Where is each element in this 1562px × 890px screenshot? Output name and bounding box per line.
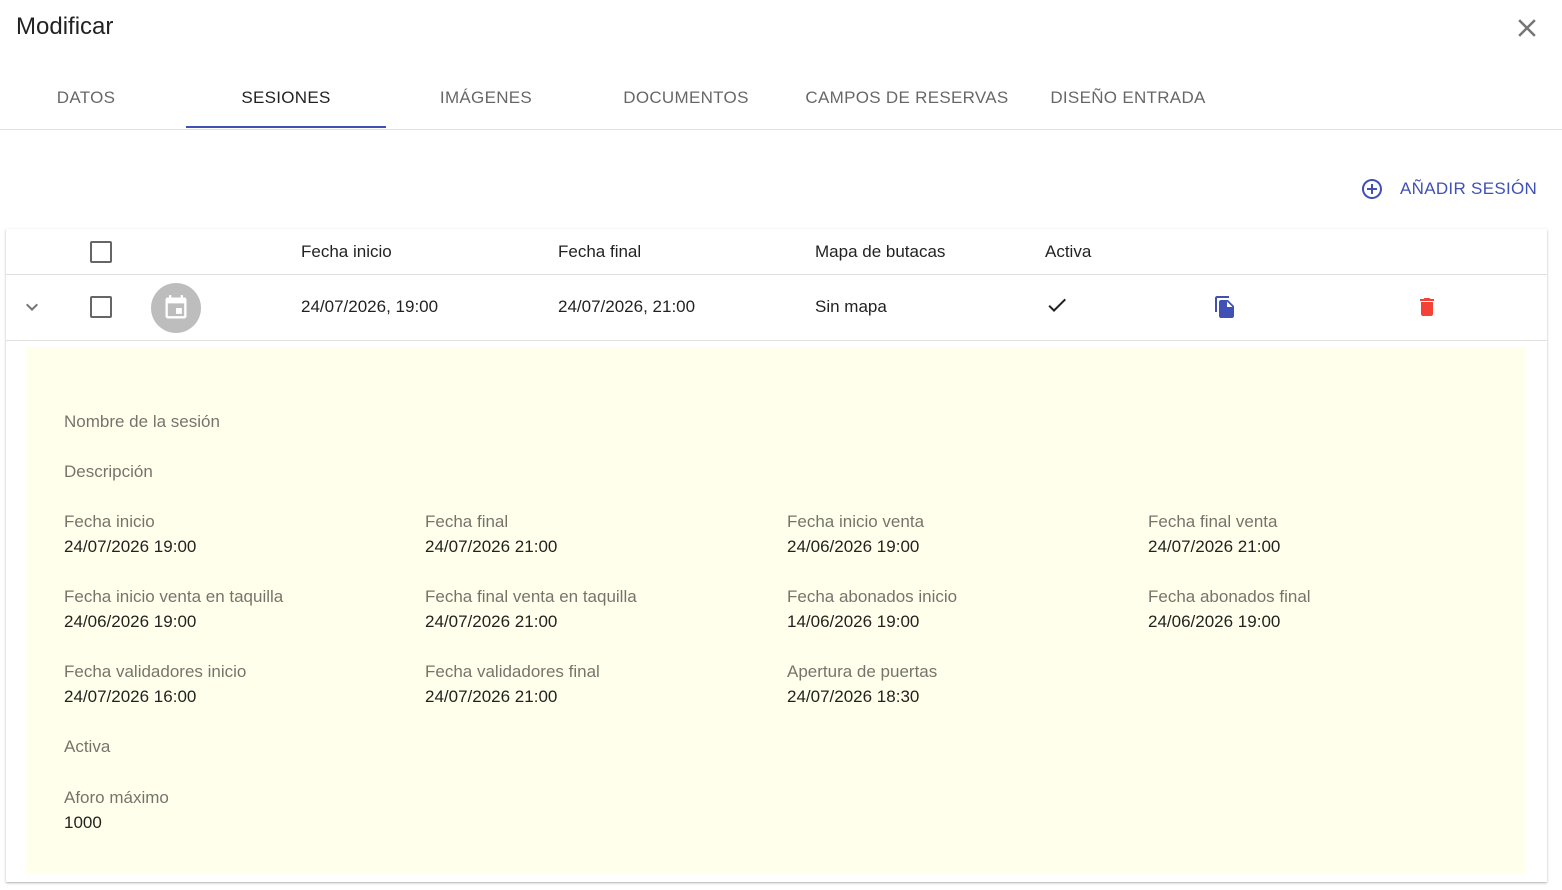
field-label: Nombre de la sesión bbox=[64, 412, 220, 431]
table-row[interactable]: 24/07/2026, 19:00 24/07/2026, 21:00 Sin … bbox=[6, 275, 1547, 341]
add-session-button[interactable]: AÑADIR SESIÓN bbox=[1360, 171, 1537, 207]
tab-sesiones[interactable]: SESIONES bbox=[186, 65, 386, 128]
cell-end-date: 24/07/2026, 21:00 bbox=[558, 297, 696, 316]
calendar-icon bbox=[165, 295, 187, 319]
field-value: 24/07/2026 21:00 bbox=[425, 537, 558, 556]
field-label: Fecha final venta bbox=[1148, 512, 1278, 531]
chevron-down-icon[interactable] bbox=[20, 295, 44, 319]
table-header: Fecha inicio Fecha final Mapa de butacas… bbox=[6, 229, 1547, 275]
start-date-field: Fecha inicio 24/07/2026 19:00 bbox=[64, 512, 196, 557]
select-all-checkbox[interactable] bbox=[90, 241, 112, 263]
close-button[interactable] bbox=[1512, 13, 1542, 43]
doors-open-field: Apertura de puertas 24/07/2026 18:30 bbox=[787, 662, 937, 707]
sale-start-field: Fecha inicio venta 24/06/2026 19:00 bbox=[787, 512, 924, 557]
sale-end-field: Fecha final venta 24/07/2026 21:00 bbox=[1148, 512, 1280, 557]
avatar bbox=[151, 283, 201, 333]
subscribers-end-field: Fecha abonados final 24/06/2026 19:00 bbox=[1148, 587, 1311, 632]
field-value: 24/07/2026 21:00 bbox=[425, 612, 558, 631]
description-field: Descripción bbox=[64, 462, 153, 482]
cell-seat-map: Sin mapa bbox=[815, 297, 887, 316]
field-value: 24/07/2026 19:00 bbox=[64, 537, 197, 556]
tab-campos-reservas[interactable]: CAMPOS DE RESERVAS bbox=[794, 65, 1020, 128]
header-seat-map[interactable]: Mapa de butacas bbox=[815, 242, 945, 262]
add-session-label: AÑADIR SESIÓN bbox=[1400, 179, 1538, 198]
field-value: 14/06/2026 19:00 bbox=[787, 612, 920, 631]
validators-end-field: Fecha validadores final 24/07/2026 21:00 bbox=[425, 662, 600, 707]
row-checkbox[interactable] bbox=[90, 296, 112, 318]
field-value: 24/07/2026 16:00 bbox=[64, 687, 197, 706]
field-label: Fecha validadores inicio bbox=[64, 662, 247, 681]
field-label: Fecha abonados inicio bbox=[787, 587, 958, 606]
field-label: Fecha inicio bbox=[64, 512, 155, 531]
field-value: 24/07/2026 21:00 bbox=[1148, 537, 1281, 556]
field-value: 24/07/2026 21:00 bbox=[425, 687, 558, 706]
tab-bar: DATOS SESIONES IMÁGENES DOCUMENTOS CAMPO… bbox=[0, 65, 1562, 130]
field-value: 24/06/2026 19:00 bbox=[64, 612, 197, 631]
end-date-field: Fecha final 24/07/2026 21:00 bbox=[425, 512, 557, 557]
field-label: Fecha validadores final bbox=[425, 662, 600, 681]
header-start-date[interactable]: Fecha inicio bbox=[301, 242, 392, 262]
active-field: Activa bbox=[64, 737, 110, 757]
field-label: Aforo máximo bbox=[64, 788, 169, 807]
delete-icon[interactable] bbox=[1415, 295, 1439, 319]
box-office-sale-start-field: Fecha inicio venta en taquilla 24/06/202… bbox=[64, 587, 283, 632]
header-end-date[interactable]: Fecha final bbox=[558, 242, 641, 262]
field-label: Descripción bbox=[64, 462, 153, 481]
field-label: Fecha final bbox=[425, 512, 509, 531]
tab-diseno-entrada[interactable]: DISEÑO ENTRADA bbox=[1030, 65, 1226, 128]
field-label: Activa bbox=[64, 737, 111, 756]
box-office-sale-end-field: Fecha final venta en taquilla 24/07/2026… bbox=[425, 587, 637, 632]
field-label: Fecha final venta en taquilla bbox=[425, 587, 637, 606]
validators-start-field: Fecha validadores inicio 24/07/2026 16:0… bbox=[64, 662, 246, 707]
dialog-title: Modificar bbox=[16, 13, 114, 40]
field-value: 1000 bbox=[64, 813, 102, 832]
close-icon bbox=[1518, 19, 1536, 37]
tab-indicator bbox=[186, 126, 386, 128]
field-label: Fecha inicio venta bbox=[787, 512, 925, 531]
field-value: 24/07/2026 18:30 bbox=[787, 687, 920, 706]
field-value: 24/06/2026 19:00 bbox=[787, 537, 920, 556]
check-icon bbox=[1048, 298, 1066, 312]
tab-documentos[interactable]: DOCUMENTOS bbox=[586, 65, 786, 128]
tab-imagenes[interactable]: IMÁGENES bbox=[386, 65, 586, 128]
field-label: Apertura de puertas bbox=[787, 662, 938, 681]
sessions-table: Fecha inicio Fecha final Mapa de butacas… bbox=[6, 229, 1547, 882]
header-active[interactable]: Activa bbox=[1045, 242, 1091, 262]
field-label: Fecha inicio venta en taquilla bbox=[64, 587, 284, 606]
add-circle-icon bbox=[1362, 179, 1382, 199]
subscribers-start-field: Fecha abonados inicio 14/06/2026 19:00 bbox=[787, 587, 957, 632]
field-label: Fecha abonados final bbox=[1148, 587, 1311, 606]
session-detail-panel: Nombre de la sesión Descripción Fecha in… bbox=[26, 347, 1526, 874]
cell-start-date: 24/07/2026, 19:00 bbox=[301, 297, 439, 316]
tab-datos[interactable]: DATOS bbox=[0, 65, 172, 128]
max-capacity-field: Aforo máximo 1000 bbox=[64, 788, 169, 833]
copy-icon[interactable] bbox=[1213, 295, 1237, 319]
session-name-field: Nombre de la sesión bbox=[64, 412, 220, 432]
field-value: 24/06/2026 19:00 bbox=[1148, 612, 1281, 631]
